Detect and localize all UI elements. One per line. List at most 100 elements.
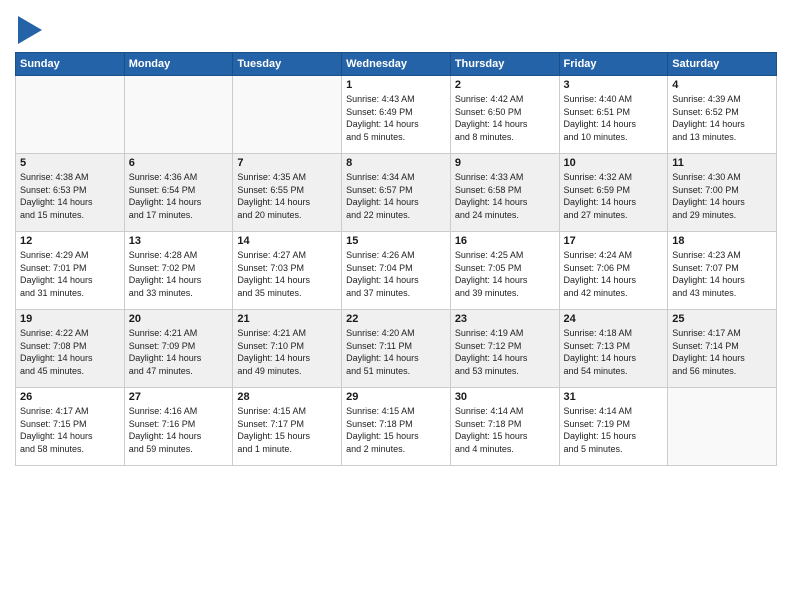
table-row: 1 Sunrise: 4:43 AMSunset: 6:49 PMDaylight…: [342, 76, 451, 154]
table-row: [16, 76, 125, 154]
day-number: 31: [564, 391, 664, 403]
day-number: 10: [564, 157, 664, 169]
day-number: 25: [672, 313, 772, 325]
day-number: 15: [346, 235, 446, 247]
table-row: 9Sunrise: 4:33 AMSunset: 6:58 PMDaylight…: [450, 154, 559, 232]
day-info: Sunrise: 4:23 AMSunset: 7:07 PMDaylight:…: [672, 249, 772, 299]
day-info: Sunrise: 4:15 AMSunset: 7:18 PMDaylight:…: [346, 405, 446, 455]
table-row: 7 Sunrise: 4:35 AMSunset: 6:55 PMDaylight…: [233, 154, 342, 232]
day-number: 3: [564, 79, 664, 91]
table-row: 8 Sunrise: 4:34 AMSunset: 6:57 PMDaylight…: [342, 154, 451, 232]
calendar-week-row: 26 Sunrise: 4:17 AMSunset: 7:15 PMDayligh…: [16, 388, 777, 466]
day-number: 11: [672, 157, 772, 169]
day-number: 18: [672, 235, 772, 247]
table-row: 4Sunrise: 4:39 AMSunset: 6:52 PMDaylight…: [668, 76, 777, 154]
day-info: Sunrise: 4:38 AMSunset: 6:53 PMDaylight:…: [20, 171, 120, 221]
day-info: Sunrise: 4:21 AMSunset: 7:09 PMDaylight:…: [129, 327, 229, 377]
table-row: 30 Sunrise: 4:14 AMSunset: 7:18 PMDayligh…: [450, 388, 559, 466]
day-info: Sunrise: 4:42 AMSunset: 6:50 PMDaylight:…: [455, 93, 555, 143]
day-number: 16: [455, 235, 555, 247]
day-info: Sunrise: 4:33 AMSunset: 6:58 PMDaylight:…: [455, 171, 555, 221]
col-sunday: Sunday: [16, 53, 125, 76]
day-number: 5: [20, 157, 120, 169]
day-info: Sunrise: 4:36 AMSunset: 6:54 PMDaylight:…: [129, 171, 229, 221]
table-row: 2 Sunrise: 4:42 AMSunset: 6:50 PMDaylight…: [450, 76, 559, 154]
day-number: 2: [455, 79, 555, 91]
calendar-week-row: 19 Sunrise: 4:22 AMSunset: 7:08 PMDayligh…: [16, 310, 777, 388]
day-info: Sunrise: 4:24 AMSunset: 7:06 PMDaylight:…: [564, 249, 664, 299]
table-row: 5 Sunrise: 4:38 AMSunset: 6:53 PMDaylight…: [16, 154, 125, 232]
day-number: 7: [237, 157, 337, 169]
table-row: 25 Sunrise: 4:17 AMSunset: 7:14 PMDayligh…: [668, 310, 777, 388]
col-thursday: Thursday: [450, 53, 559, 76]
page: Sunday Monday Tuesday Wednesday Thursday…: [0, 0, 792, 612]
calendar-week-row: 1 Sunrise: 4:43 AMSunset: 6:49 PMDaylight…: [16, 76, 777, 154]
day-info: Sunrise: 4:16 AMSunset: 7:16 PMDaylight:…: [129, 405, 229, 455]
table-row: 18 Sunrise: 4:23 AMSunset: 7:07 PMDayligh…: [668, 232, 777, 310]
table-row: 22Sunrise: 4:20 AMSunset: 7:11 PMDayligh…: [342, 310, 451, 388]
table-row: 10 Sunrise: 4:32 AMSunset: 6:59 PMDayligh…: [559, 154, 668, 232]
day-info: Sunrise: 4:14 AMSunset: 7:18 PMDaylight:…: [455, 405, 555, 455]
calendar-header-row: Sunday Monday Tuesday Wednesday Thursday…: [16, 53, 777, 76]
day-number: 26: [20, 391, 120, 403]
day-info: Sunrise: 4:30 AMSunset: 7:00 PMDaylight:…: [672, 171, 772, 221]
day-info: Sunrise: 4:29 AMSunset: 7:01 PMDaylight:…: [20, 249, 120, 299]
day-info: Sunrise: 4:17 AMSunset: 7:15 PMDaylight:…: [20, 405, 120, 455]
table-row: 24 Sunrise: 4:18 AMSunset: 7:13 PMDayligh…: [559, 310, 668, 388]
day-info: Sunrise: 4:18 AMSunset: 7:13 PMDaylight:…: [564, 327, 664, 377]
day-number: 4: [672, 79, 772, 91]
day-number: 12: [20, 235, 120, 247]
header: [15, 10, 777, 44]
table-row: 20 Sunrise: 4:21 AMSunset: 7:09 PMDayligh…: [124, 310, 233, 388]
day-info: Sunrise: 4:15 AMSunset: 7:17 PMDaylight:…: [237, 405, 337, 455]
day-number: 1: [346, 79, 446, 91]
table-row: 16 Sunrise: 4:25 AMSunset: 7:05 PMDayligh…: [450, 232, 559, 310]
day-number: 20: [129, 313, 229, 325]
col-saturday: Saturday: [668, 53, 777, 76]
calendar-week-row: 12 Sunrise: 4:29 AMSunset: 7:01 PMDayligh…: [16, 232, 777, 310]
day-info: Sunrise: 4:35 AMSunset: 6:55 PMDaylight:…: [237, 171, 337, 221]
day-number: 19: [20, 313, 120, 325]
day-number: 30: [455, 391, 555, 403]
table-row: 26 Sunrise: 4:17 AMSunset: 7:15 PMDayligh…: [16, 388, 125, 466]
table-row: 29 Sunrise: 4:15 AMSunset: 7:18 PMDayligh…: [342, 388, 451, 466]
day-info: Sunrise: 4:26 AMSunset: 7:04 PMDaylight:…: [346, 249, 446, 299]
calendar-table: Sunday Monday Tuesday Wednesday Thursday…: [15, 52, 777, 466]
table-row: 15 Sunrise: 4:26 AMSunset: 7:04 PMDayligh…: [342, 232, 451, 310]
day-info: Sunrise: 4:25 AMSunset: 7:05 PMDaylight:…: [455, 249, 555, 299]
table-row: 6Sunrise: 4:36 AMSunset: 6:54 PMDaylight…: [124, 154, 233, 232]
table-row: 13 Sunrise: 4:28 AMSunset: 7:02 PMDayligh…: [124, 232, 233, 310]
day-info: Sunrise: 4:34 AMSunset: 6:57 PMDaylight:…: [346, 171, 446, 221]
table-row: 31 Sunrise: 4:14 AMSunset: 7:19 PMDayligh…: [559, 388, 668, 466]
day-number: 8: [346, 157, 446, 169]
calendar-week-row: 5 Sunrise: 4:38 AMSunset: 6:53 PMDaylight…: [16, 154, 777, 232]
day-info: Sunrise: 4:22 AMSunset: 7:08 PMDaylight:…: [20, 327, 120, 377]
day-number: 23: [455, 313, 555, 325]
table-row: 12 Sunrise: 4:29 AMSunset: 7:01 PMDayligh…: [16, 232, 125, 310]
day-info: Sunrise: 4:17 AMSunset: 7:14 PMDaylight:…: [672, 327, 772, 377]
day-info: Sunrise: 4:21 AMSunset: 7:10 PMDaylight:…: [237, 327, 337, 377]
col-wednesday: Wednesday: [342, 53, 451, 76]
day-number: 17: [564, 235, 664, 247]
table-row: [668, 388, 777, 466]
table-row: 23Sunrise: 4:19 AMSunset: 7:12 PMDayligh…: [450, 310, 559, 388]
col-monday: Monday: [124, 53, 233, 76]
day-info: Sunrise: 4:14 AMSunset: 7:19 PMDaylight:…: [564, 405, 664, 455]
table-row: 21 Sunrise: 4:21 AMSunset: 7:10 PMDayligh…: [233, 310, 342, 388]
table-row: 27Sunrise: 4:16 AMSunset: 7:16 PMDayligh…: [124, 388, 233, 466]
table-row: 11 Sunrise: 4:30 AMSunset: 7:00 PMDayligh…: [668, 154, 777, 232]
day-number: 29: [346, 391, 446, 403]
table-row: 28Sunrise: 4:15 AMSunset: 7:17 PMDayligh…: [233, 388, 342, 466]
day-info: Sunrise: 4:43 AMSunset: 6:49 PMDaylight:…: [346, 93, 446, 143]
day-number: 24: [564, 313, 664, 325]
logo-icon: [18, 16, 42, 44]
day-info: Sunrise: 4:32 AMSunset: 6:59 PMDaylight:…: [564, 171, 664, 221]
day-number: 13: [129, 235, 229, 247]
table-row: [124, 76, 233, 154]
table-row: 14Sunrise: 4:27 AMSunset: 7:03 PMDayligh…: [233, 232, 342, 310]
table-row: [233, 76, 342, 154]
day-info: Sunrise: 4:27 AMSunset: 7:03 PMDaylight:…: [237, 249, 337, 299]
day-number: 21: [237, 313, 337, 325]
day-info: Sunrise: 4:28 AMSunset: 7:02 PMDaylight:…: [129, 249, 229, 299]
day-info: Sunrise: 4:20 AMSunset: 7:11 PMDaylight:…: [346, 327, 446, 377]
